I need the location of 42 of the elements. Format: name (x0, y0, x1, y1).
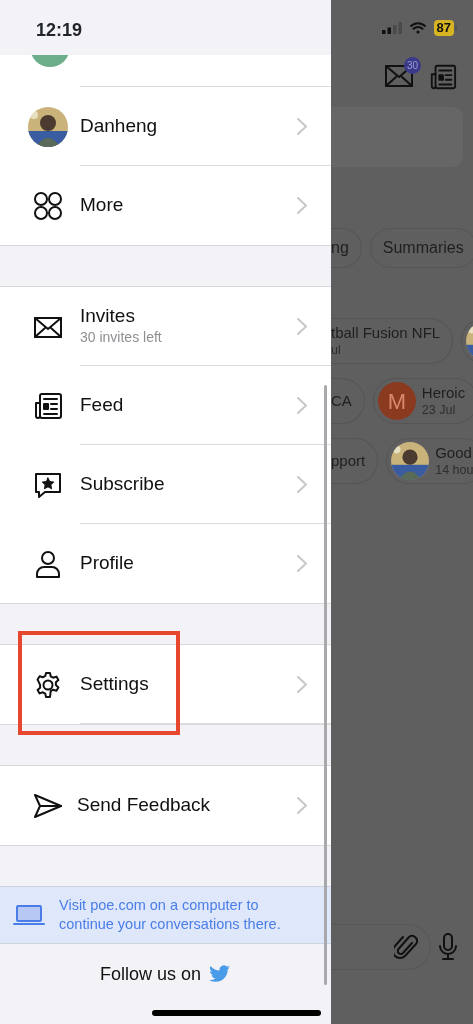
menu-label: Invites (80, 304, 135, 327)
chevron-icon (297, 555, 307, 572)
newspaper-icon (33, 390, 63, 421)
newspaper-icon[interactable] (429, 63, 457, 91)
menu-label: Profile (80, 551, 134, 576)
menu-item[interactable]: Profile (0, 524, 331, 603)
menu-label: Subscribe (80, 471, 165, 496)
chevron-icon (297, 197, 307, 214)
bot-name: tball Fusion NFL (331, 324, 441, 342)
laptop-icon (13, 904, 45, 926)
bot-name: pport (331, 452, 366, 470)
menu-item[interactable]: Danheng (0, 87, 331, 166)
wifi-icon (409, 21, 426, 34)
chevron-icon (297, 118, 307, 135)
signal-icon (381, 21, 402, 34)
more-icon (33, 190, 63, 221)
menu-label: Feed (80, 392, 124, 417)
bird-icon[interactable] (209, 965, 232, 983)
chevron-icon (297, 318, 307, 335)
follow-text: Follow us on (99, 962, 202, 986)
menu-item[interactable]: More (0, 166, 331, 245)
menu-item[interactable]: Send Feedback (0, 766, 331, 845)
menu-label: Settings (80, 671, 149, 696)
microphone-icon[interactable] (439, 933, 457, 961)
status-time: 12:19 (35, 19, 84, 42)
menu-sublabel: 30 invites left (80, 327, 162, 347)
menu-label: More (80, 193, 124, 218)
chevron-icon (297, 397, 307, 414)
chevron-icon (297, 797, 307, 814)
bot-name: CA (331, 392, 352, 410)
count-badge: 30 (404, 57, 421, 74)
banner-text: Visit poe.com on a computer to continue your conversations there. (59, 896, 282, 934)
paperclip-icon (394, 933, 418, 961)
bot-name: Heroic (421, 384, 466, 402)
battery-level: 87 (433, 19, 454, 36)
chevron-icon (297, 476, 307, 493)
bot-name: Good (435, 444, 473, 462)
chevron-icon (297, 676, 307, 693)
person-icon (33, 548, 63, 579)
menu-label: Send Feedback (77, 793, 211, 818)
menu-label: Danheng (80, 113, 158, 138)
bot-avatar: M (377, 382, 416, 420)
